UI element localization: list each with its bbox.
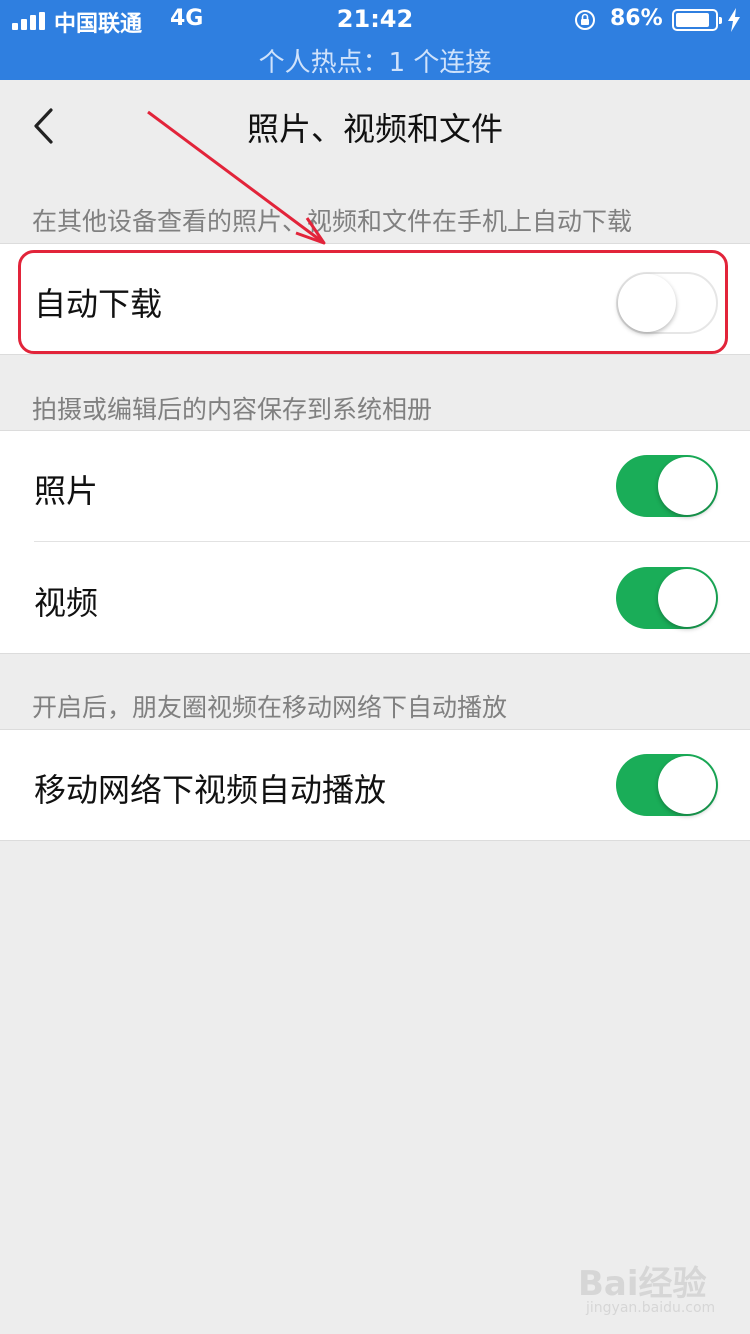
toggle-knob [658,569,716,627]
section-header-moments-video: 开启后，朋友圈视频在移动网络下自动播放 [32,693,508,722]
navigation-bar: 照片、视频和文件 [0,80,750,172]
battery-percentage: 86% [610,6,663,31]
save-photos-toggle[interactable] [616,455,718,517]
baidu-jingyan-watermark: Bai经验 jingyan.baidu.com [578,1248,738,1328]
toggle-knob [658,457,716,515]
cellular-autoplay-label: 移动网络下视频自动播放 [34,771,387,809]
annotation-highlight-box [18,250,728,354]
watermark-brand: Bai经验 [578,1264,707,1304]
battery-icon [672,9,722,31]
cellular-autoplay-row[interactable]: 移动网络下视频自动播放 [0,729,750,841]
toggle-knob [658,756,716,814]
page-title: 照片、视频和文件 [246,110,503,148]
save-videos-toggle[interactable] [616,567,718,629]
settings-group-save-to-album: 照片 视频 [0,430,750,654]
save-videos-label: 视频 [34,584,99,622]
save-photos-row[interactable]: 照片 [0,430,750,542]
save-videos-row[interactable]: 视频 [0,542,750,654]
status-bar: 中国联通 4G 21:42 86% 个人热点：1 个连接 [0,0,750,80]
section-header-auto-download: 在其他设备查看的照片、视频和文件在手机上自动下载 [32,207,633,236]
settings-group-moments-video: 移动网络下视频自动播放 [0,729,750,841]
watermark-url: jingyan.baidu.com [586,1300,716,1316]
save-photos-label: 照片 [34,472,99,510]
section-header-save-to-album: 拍摄或编辑后的内容保存到系统相册 [32,395,433,424]
rotation-lock-icon [575,10,595,30]
cellular-autoplay-toggle[interactable] [616,754,718,816]
charging-bolt-icon [728,8,740,32]
hotspot-banner[interactable]: 个人热点：1 个连接 [0,42,750,79]
